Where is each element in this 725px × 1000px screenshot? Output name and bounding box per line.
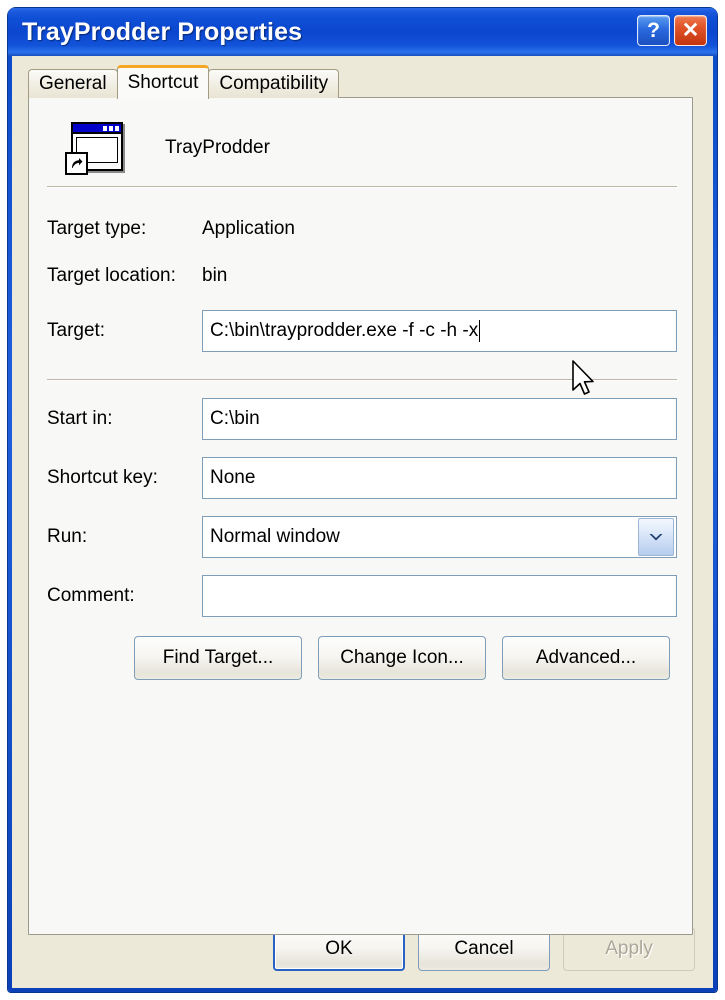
title-bar[interactable]: TrayProdder Properties ? ✕ bbox=[8, 8, 717, 56]
tab-compatibility[interactable]: Compatibility bbox=[208, 69, 340, 98]
tab-compatibility-label: Compatibility bbox=[219, 73, 329, 94]
comment-label: Comment: bbox=[47, 585, 135, 606]
ok-button-label: OK bbox=[325, 938, 353, 959]
tab-shortcut[interactable]: Shortcut bbox=[116, 65, 210, 99]
advanced-button-label: Advanced... bbox=[535, 647, 637, 668]
comment-field-row: Comment: bbox=[47, 575, 677, 617]
start-in-input-value: C:\bin bbox=[210, 408, 260, 429]
advanced-button[interactable]: Advanced... bbox=[502, 636, 670, 680]
target-label: Target: bbox=[47, 320, 106, 341]
shortcut-name: TrayProdder bbox=[165, 136, 270, 158]
run-label: Run: bbox=[47, 526, 88, 547]
properties-dialog-window: TrayProdder Properties ? ✕ General Short… bbox=[8, 8, 717, 992]
separator-middle bbox=[47, 379, 677, 381]
target-location-label: Target location: bbox=[47, 265, 176, 286]
shortcut-header: TrayProdder bbox=[65, 120, 270, 175]
shortcut-tab-panel: TrayProdder Target type: Application Tar… bbox=[28, 97, 693, 935]
shortcut-arrow-icon bbox=[65, 152, 88, 175]
dialog-body: General Shortcut Compatibility TrayProdd… bbox=[12, 56, 713, 988]
run-field-row: Run: Normal window bbox=[47, 516, 677, 558]
tab-general-label: General bbox=[39, 73, 107, 94]
target-type-value: Application bbox=[202, 218, 295, 239]
help-button[interactable]: ? bbox=[637, 15, 670, 46]
window-title: TrayProdder Properties bbox=[22, 17, 303, 46]
close-button[interactable]: ✕ bbox=[674, 15, 707, 46]
cancel-button-label: Cancel bbox=[454, 938, 514, 959]
separator-top bbox=[47, 186, 677, 188]
apply-button-label: Apply bbox=[605, 938, 653, 959]
target-type-label: Target type: bbox=[47, 218, 147, 239]
question-mark-icon: ? bbox=[647, 19, 660, 42]
comment-input[interactable] bbox=[202, 575, 677, 617]
shortcut-window-icon bbox=[65, 120, 123, 175]
chevron-down-icon[interactable] bbox=[638, 518, 674, 556]
close-icon: ✕ bbox=[681, 19, 700, 42]
target-field-row: Target: C:\bin\trayprodder.exe -f -c -h … bbox=[47, 310, 677, 352]
tab-strip: General Shortcut Compatibility bbox=[28, 64, 340, 99]
change-icon-button[interactable]: Change Icon... bbox=[318, 636, 486, 680]
run-select-value: Normal window bbox=[210, 526, 340, 547]
target-input-value: C:\bin\trayprodder.exe -f -c -h -x bbox=[210, 320, 479, 341]
start-in-field-row: Start in: C:\bin bbox=[47, 398, 677, 440]
tab-shortcut-label: Shortcut bbox=[127, 71, 199, 93]
shortcut-key-input[interactable]: None bbox=[202, 457, 677, 499]
shortcut-action-buttons: Find Target... Change Icon... Advanced..… bbox=[134, 636, 670, 680]
shortcut-key-label: Shortcut key: bbox=[47, 467, 158, 488]
shortcut-key-input-value: None bbox=[210, 467, 256, 488]
find-target-button[interactable]: Find Target... bbox=[134, 636, 302, 680]
target-location-value: bin bbox=[202, 265, 228, 286]
run-select[interactable]: Normal window bbox=[202, 516, 677, 558]
target-input[interactable]: C:\bin\trayprodder.exe -f -c -h -x bbox=[202, 310, 677, 352]
shortcut-key-field-row: Shortcut key: None bbox=[47, 457, 677, 499]
tab-general[interactable]: General bbox=[28, 69, 118, 98]
text-caret bbox=[479, 320, 481, 342]
change-icon-button-label: Change Icon... bbox=[340, 647, 464, 668]
title-bar-buttons: ? ✕ bbox=[637, 15, 707, 46]
start-in-label: Start in: bbox=[47, 408, 113, 429]
start-in-input[interactable]: C:\bin bbox=[202, 398, 677, 440]
find-target-button-label: Find Target... bbox=[162, 647, 274, 668]
